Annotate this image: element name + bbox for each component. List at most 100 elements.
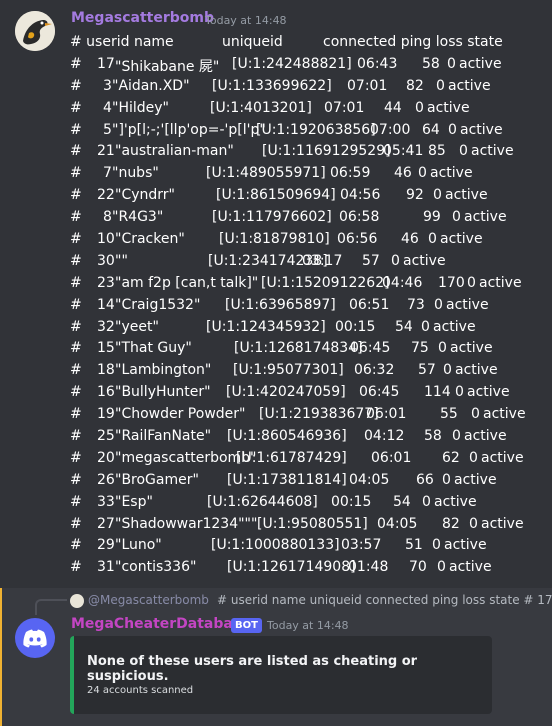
row-ping: 58 xyxy=(422,55,440,72)
row-ping: 44 xyxy=(384,99,402,116)
row-connected: 00:15 xyxy=(335,318,376,335)
header-uniqueid: uniqueid xyxy=(222,34,283,50)
row-uniqueid: [U:1:4013201] xyxy=(210,99,312,116)
header-stats: connected ping loss state xyxy=(323,34,503,50)
timestamp[interactable]: Today at 14:48 xyxy=(205,14,287,27)
reply-preview[interactable]: # userid name uniqueid connected ping lo… xyxy=(217,593,552,607)
row-state: active xyxy=(427,99,470,116)
row-name: "Esp" xyxy=(115,493,153,510)
row-ping: 46 xyxy=(401,231,419,248)
row-connected: 03:17 xyxy=(302,252,343,269)
reply-avatar[interactable] xyxy=(70,594,84,608)
row-name: "Lambington" xyxy=(115,362,212,379)
status-row: #5 "]'p[l;-;'[llp'op=-'p[l'p" [U:1:1920638… xyxy=(0,120,552,142)
row-state: active xyxy=(481,515,524,532)
row-number: 29 xyxy=(97,537,115,554)
row-ping: 54 xyxy=(395,318,413,335)
row-state: active xyxy=(460,121,503,138)
timestamp[interactable]: Today at 14:48 xyxy=(267,619,349,632)
row-name: "BullyHunter" xyxy=(115,384,211,401)
row-number: 25 xyxy=(97,428,115,445)
row-ping: 82 xyxy=(442,515,460,532)
row-connected: 06:56 xyxy=(337,231,378,248)
row-ping: 57 xyxy=(418,362,436,379)
row-state: active xyxy=(454,471,497,488)
row-ping: 54 xyxy=(393,493,411,510)
reply-connector xyxy=(35,599,67,615)
row-ping: 114 xyxy=(424,384,451,401)
row-loss: 0 xyxy=(415,99,424,116)
status-row: #18 "Lambington" [U:1:95077301] 06:32 57 0 act… xyxy=(0,360,552,382)
row-hash: # xyxy=(70,231,82,248)
row-number: 8 xyxy=(103,209,112,226)
reply-mention[interactable]: @Megascatterbomb xyxy=(88,593,209,607)
row-state: active xyxy=(479,274,522,291)
status-output: # userid name uniqueid connected ping lo… xyxy=(0,32,552,579)
row-connected: 01:48 xyxy=(348,559,389,576)
row-number: 10 xyxy=(97,231,115,248)
row-ping: 70 xyxy=(409,559,427,576)
row-hash: # xyxy=(70,274,82,291)
embed-footer: 24 accounts scanned xyxy=(87,685,194,696)
row-number: 19 xyxy=(97,406,115,423)
row-number: 31 xyxy=(97,559,115,576)
row-state: active xyxy=(448,77,491,94)
row-name: "Shadowwar1234""" xyxy=(115,515,258,532)
username[interactable]: Megascatterbomb xyxy=(71,10,214,26)
row-loss: 0 xyxy=(452,428,461,445)
row-hash: # xyxy=(70,121,82,138)
row-ping: 170 xyxy=(438,274,465,291)
row-loss: 0 xyxy=(469,515,478,532)
row-connected: 00:15 xyxy=(331,493,372,510)
status-row: #15 "That Guy" [U:1:1268174834] 06:45 75 0 act… xyxy=(0,338,552,360)
status-row: #20 "megascatterbomb" [U:1:61787429] 06:01 6… xyxy=(0,448,552,470)
bot-tag: BOT xyxy=(231,618,262,633)
row-ping: 75 xyxy=(411,340,429,357)
row-uniqueid: [U:1:489055971] xyxy=(206,165,326,182)
row-loss: 0 xyxy=(455,384,464,401)
row-ping: 58 xyxy=(424,428,442,445)
row-loss: 0 xyxy=(469,449,478,466)
row-name: "yeet" xyxy=(115,318,159,335)
status-row: #29 "Luno" [U:1:1000880133] 03:57 51 0 active xyxy=(0,535,552,557)
row-hash: # xyxy=(70,362,82,379)
status-row: #30 "" [U:1:234174238] 03:17 57 0 active xyxy=(0,251,552,273)
row-loss: 0 xyxy=(467,274,476,291)
status-row: #7 "nubs" [U:1:489055971] 06:59 46 0 active xyxy=(0,163,552,185)
row-connected: 06:45 xyxy=(350,340,391,357)
row-number: 7 xyxy=(103,165,112,182)
row-loss: 0 xyxy=(442,471,451,488)
status-row: #3 "Aidan.XD" [U:1:133699622] 07:01 82 0 activ… xyxy=(0,76,552,98)
row-connected: 05:41 xyxy=(383,143,424,160)
status-row: #4 "Hildey" [U:1:4013201] 07:01 44 0 active xyxy=(0,98,552,120)
row-name: "am f2p [can,t talk]" xyxy=(115,274,259,291)
row-name: "That Guy" xyxy=(115,340,192,357)
row-hash: # xyxy=(70,406,82,423)
status-row: #23 "am f2p [can,t talk]" [U:1:1520912262]… xyxy=(0,273,552,295)
row-uniqueid: [U:1:173811814] xyxy=(227,471,347,488)
row-hash: # xyxy=(70,252,82,269)
row-state: active xyxy=(430,165,473,182)
row-name: "Hildey" xyxy=(112,99,169,116)
status-row: #10 "Cracken" [U:1:81879810] 06:56 46 0 active xyxy=(0,229,552,251)
row-name: "Cracken" xyxy=(115,231,185,248)
row-ping: 64 xyxy=(422,121,440,138)
row-hash: # xyxy=(70,384,82,401)
row-loss: 0 xyxy=(452,209,461,226)
message-bot-reply: @Megascatterbomb # userid name uniqueid … xyxy=(0,588,552,726)
embed-title: None of these users are listed as cheati… xyxy=(87,654,418,684)
row-connected: 06:45 xyxy=(359,384,400,401)
row-loss: 0 xyxy=(436,77,445,94)
row-state: active xyxy=(434,493,477,510)
row-ping: 55 xyxy=(440,406,458,423)
bot-username[interactable]: MegaCheaterDatabase xyxy=(71,616,251,632)
row-uniqueid: [U:1:95077301] xyxy=(233,362,344,379)
status-row: #8 "R4G3" [U:1:117976602] 06:58 99 0 active xyxy=(0,207,552,229)
row-loss: 0 xyxy=(459,143,468,160)
row-uniqueid: [U:1:133699622] xyxy=(212,77,332,94)
bot-avatar[interactable] xyxy=(15,618,55,658)
row-connected: 04:05 xyxy=(349,471,390,488)
row-state: active xyxy=(446,296,489,313)
row-number: 14 xyxy=(97,296,115,313)
row-state: active xyxy=(433,318,476,335)
